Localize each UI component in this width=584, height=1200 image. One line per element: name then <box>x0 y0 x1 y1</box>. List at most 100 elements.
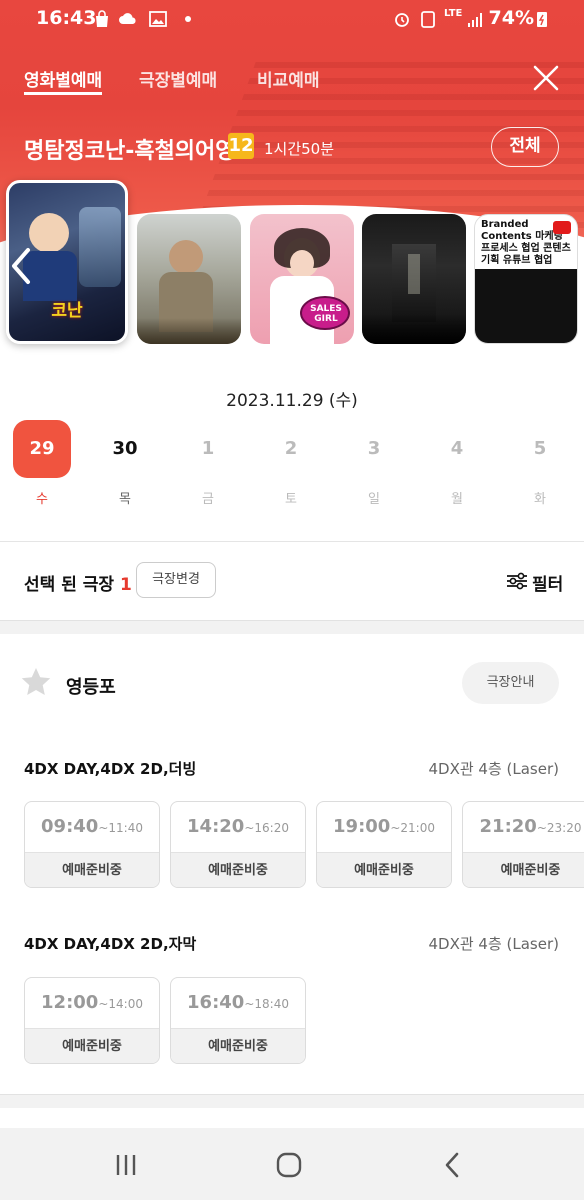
day-item[interactable]: 3 일 <box>345 420 403 507</box>
status-time: 16:43 <box>36 7 97 29</box>
showtime-slot[interactable]: 14:20~16:20 예매준비중 <box>170 801 306 888</box>
chevron-left-icon[interactable] <box>8 246 34 286</box>
day-weekday: 금 <box>202 492 214 507</box>
showtime-status: 예매준비중 <box>171 1028 305 1063</box>
poster-item[interactable]: SALES GIRL <box>250 214 354 344</box>
alarm-icon <box>395 13 409 27</box>
showtime-times: 19:00~21:00 <box>317 802 451 852</box>
showtime-status: 예매준비중 <box>171 852 305 887</box>
showtime-times: 09:40~11:40 <box>25 802 159 852</box>
selected-theater-title: 선택 된 극장 1 <box>24 570 132 595</box>
showing-format-row: 4DX DAY,4DX 2D,더빙 4DX관 4층 (Laser) <box>0 756 584 782</box>
movie-runtime: 1시간50분 <box>264 140 335 158</box>
section-separator <box>0 620 584 634</box>
showtime-slot[interactable]: 16:40~18:40 예매준비중 <box>170 977 306 1064</box>
day-number: 1 <box>201 438 215 459</box>
network-type: LTE <box>444 8 463 19</box>
showtime-status: 예매준비중 <box>25 1028 159 1063</box>
showtime-end: ~14:00 <box>98 997 143 1011</box>
star-icon[interactable] <box>20 666 52 698</box>
day-weekday: 월 <box>451 492 463 507</box>
showing-format: 4DX DAY,4DX 2D,더빙 <box>24 760 197 778</box>
showtime-end: ~21:00 <box>390 821 435 835</box>
showtime-end: ~23:20 <box>536 821 582 835</box>
day-item[interactable]: 1 금 <box>179 420 237 507</box>
age-rating-badge: 12 <box>228 133 254 159</box>
showtime-slot[interactable]: 09:40~11:40 예매준비중 <box>24 801 160 888</box>
showtime-start: 14:20 <box>187 816 245 837</box>
poster-carousel: 코난 SALES GIRL Branded Contents 마케팅 프로세스 … <box>0 180 584 350</box>
recycle-icon <box>421 11 435 28</box>
showtime-times: 21:20~23:20 <box>463 802 584 852</box>
showing-hall: 4DX관 4층 (Laser) <box>428 760 559 778</box>
showtime-times: 16:40~18:40 <box>171 978 305 1028</box>
poster-item[interactable] <box>137 214 241 344</box>
recent-apps-icon[interactable] <box>111 1150 141 1180</box>
day-number: 4 <box>450 438 464 459</box>
day-weekday: 수 <box>36 492 48 507</box>
showtime-start: 09:40 <box>41 816 99 837</box>
selected-theater-count: 1 <box>119 575 132 595</box>
showtime-start: 12:00 <box>41 992 99 1013</box>
showtime-start: 21:20 <box>479 816 537 837</box>
tab-movie-booking[interactable]: 영화별예매 <box>24 66 103 95</box>
showtime-start: 19:00 <box>333 816 391 837</box>
day-number: 3 <box>367 438 381 459</box>
day-weekday: 토 <box>285 492 297 507</box>
tab-theater-booking[interactable]: 극장별예매 <box>139 66 217 91</box>
status-bar: 16:43 LTE 74% <box>0 0 584 40</box>
showtime-status: 예매준비중 <box>25 852 159 887</box>
poster-item[interactable] <box>362 214 466 344</box>
system-navigation-bar <box>0 1128 584 1200</box>
showtime-status: 예매준비중 <box>317 852 451 887</box>
day-item[interactable]: 29 수 <box>13 420 71 507</box>
change-theater-button[interactable]: 극장변경 <box>136 562 216 598</box>
showing-format-row: 4DX DAY,4DX 2D,자막 4DX관 4층 (Laser) <box>0 931 584 957</box>
day-item[interactable]: 4 월 <box>428 420 486 507</box>
section-separator <box>0 1094 584 1108</box>
day-number: 5 <box>533 438 547 459</box>
home-icon[interactable] <box>274 1150 304 1180</box>
filter-button[interactable]: 필터 <box>506 568 566 595</box>
showtime-slot[interactable]: 21:20~23:20 예매준비중 <box>462 801 584 888</box>
theater-guide-button[interactable]: 극장안내 <box>462 662 559 704</box>
tab-compare-booking[interactable]: 비교예매 <box>257 66 320 91</box>
showtime-list: 09:40~11:40 예매준비중 14:20~16:20 예매준비중 19:0… <box>0 801 584 891</box>
day-item[interactable]: 2 토 <box>262 420 320 507</box>
showtime-times: 14:20~16:20 <box>171 802 305 852</box>
day-item[interactable]: 5 화 <box>511 420 569 507</box>
showtime-slot[interactable]: 19:00~21:00 예매준비중 <box>316 801 452 888</box>
close-icon[interactable] <box>530 62 562 94</box>
selected-theater-row: 선택 된 극장 1 극장변경 필터 <box>0 560 584 602</box>
showtime-list: 12:00~14:00 예매준비중 16:40~18:40 예매준비중 <box>0 977 584 1067</box>
image-icon <box>149 11 167 27</box>
showtime-end: ~18:40 <box>244 997 289 1011</box>
day-number: 29 <box>13 420 71 478</box>
day-number: 30 <box>112 438 138 459</box>
day-weekday: 목 <box>119 492 131 507</box>
showtime-end: ~11:40 <box>98 821 143 835</box>
cloud-icon <box>119 13 136 24</box>
battery-icon <box>537 12 547 27</box>
showing-format: 4DX DAY,4DX 2D,자막 <box>24 935 197 953</box>
dot-icon <box>185 16 191 22</box>
day-weekday: 일 <box>368 492 380 507</box>
poster-caption: SALES GIRL <box>310 304 342 324</box>
shopping-bag-icon <box>96 10 108 27</box>
day-weekday: 화 <box>534 492 546 507</box>
back-icon[interactable] <box>438 1150 468 1180</box>
showtime-slot[interactable]: 12:00~14:00 예매준비중 <box>24 977 160 1064</box>
battery-percent: 74% <box>488 7 534 29</box>
showtime-start: 16:40 <box>187 992 245 1013</box>
poster-item[interactable]: Branded Contents 마케팅 프로세스 협업 콘텐츠기획 유튜브 협… <box>474 214 578 344</box>
filter-icon <box>507 572 527 590</box>
signal-icon <box>468 13 482 27</box>
date-picker: 29 수 30 목 1 금 2 토 3 일 4 월 5 화 <box>0 420 584 510</box>
all-movies-button[interactable]: 전체 <box>491 127 559 167</box>
divider <box>0 541 584 542</box>
filter-label: 필터 <box>532 575 564 595</box>
theater-header: 영등포 극장안내 <box>0 660 584 710</box>
day-item[interactable]: 30 목 <box>96 420 154 507</box>
showtime-end: ~16:20 <box>244 821 289 835</box>
day-number: 2 <box>284 438 298 459</box>
